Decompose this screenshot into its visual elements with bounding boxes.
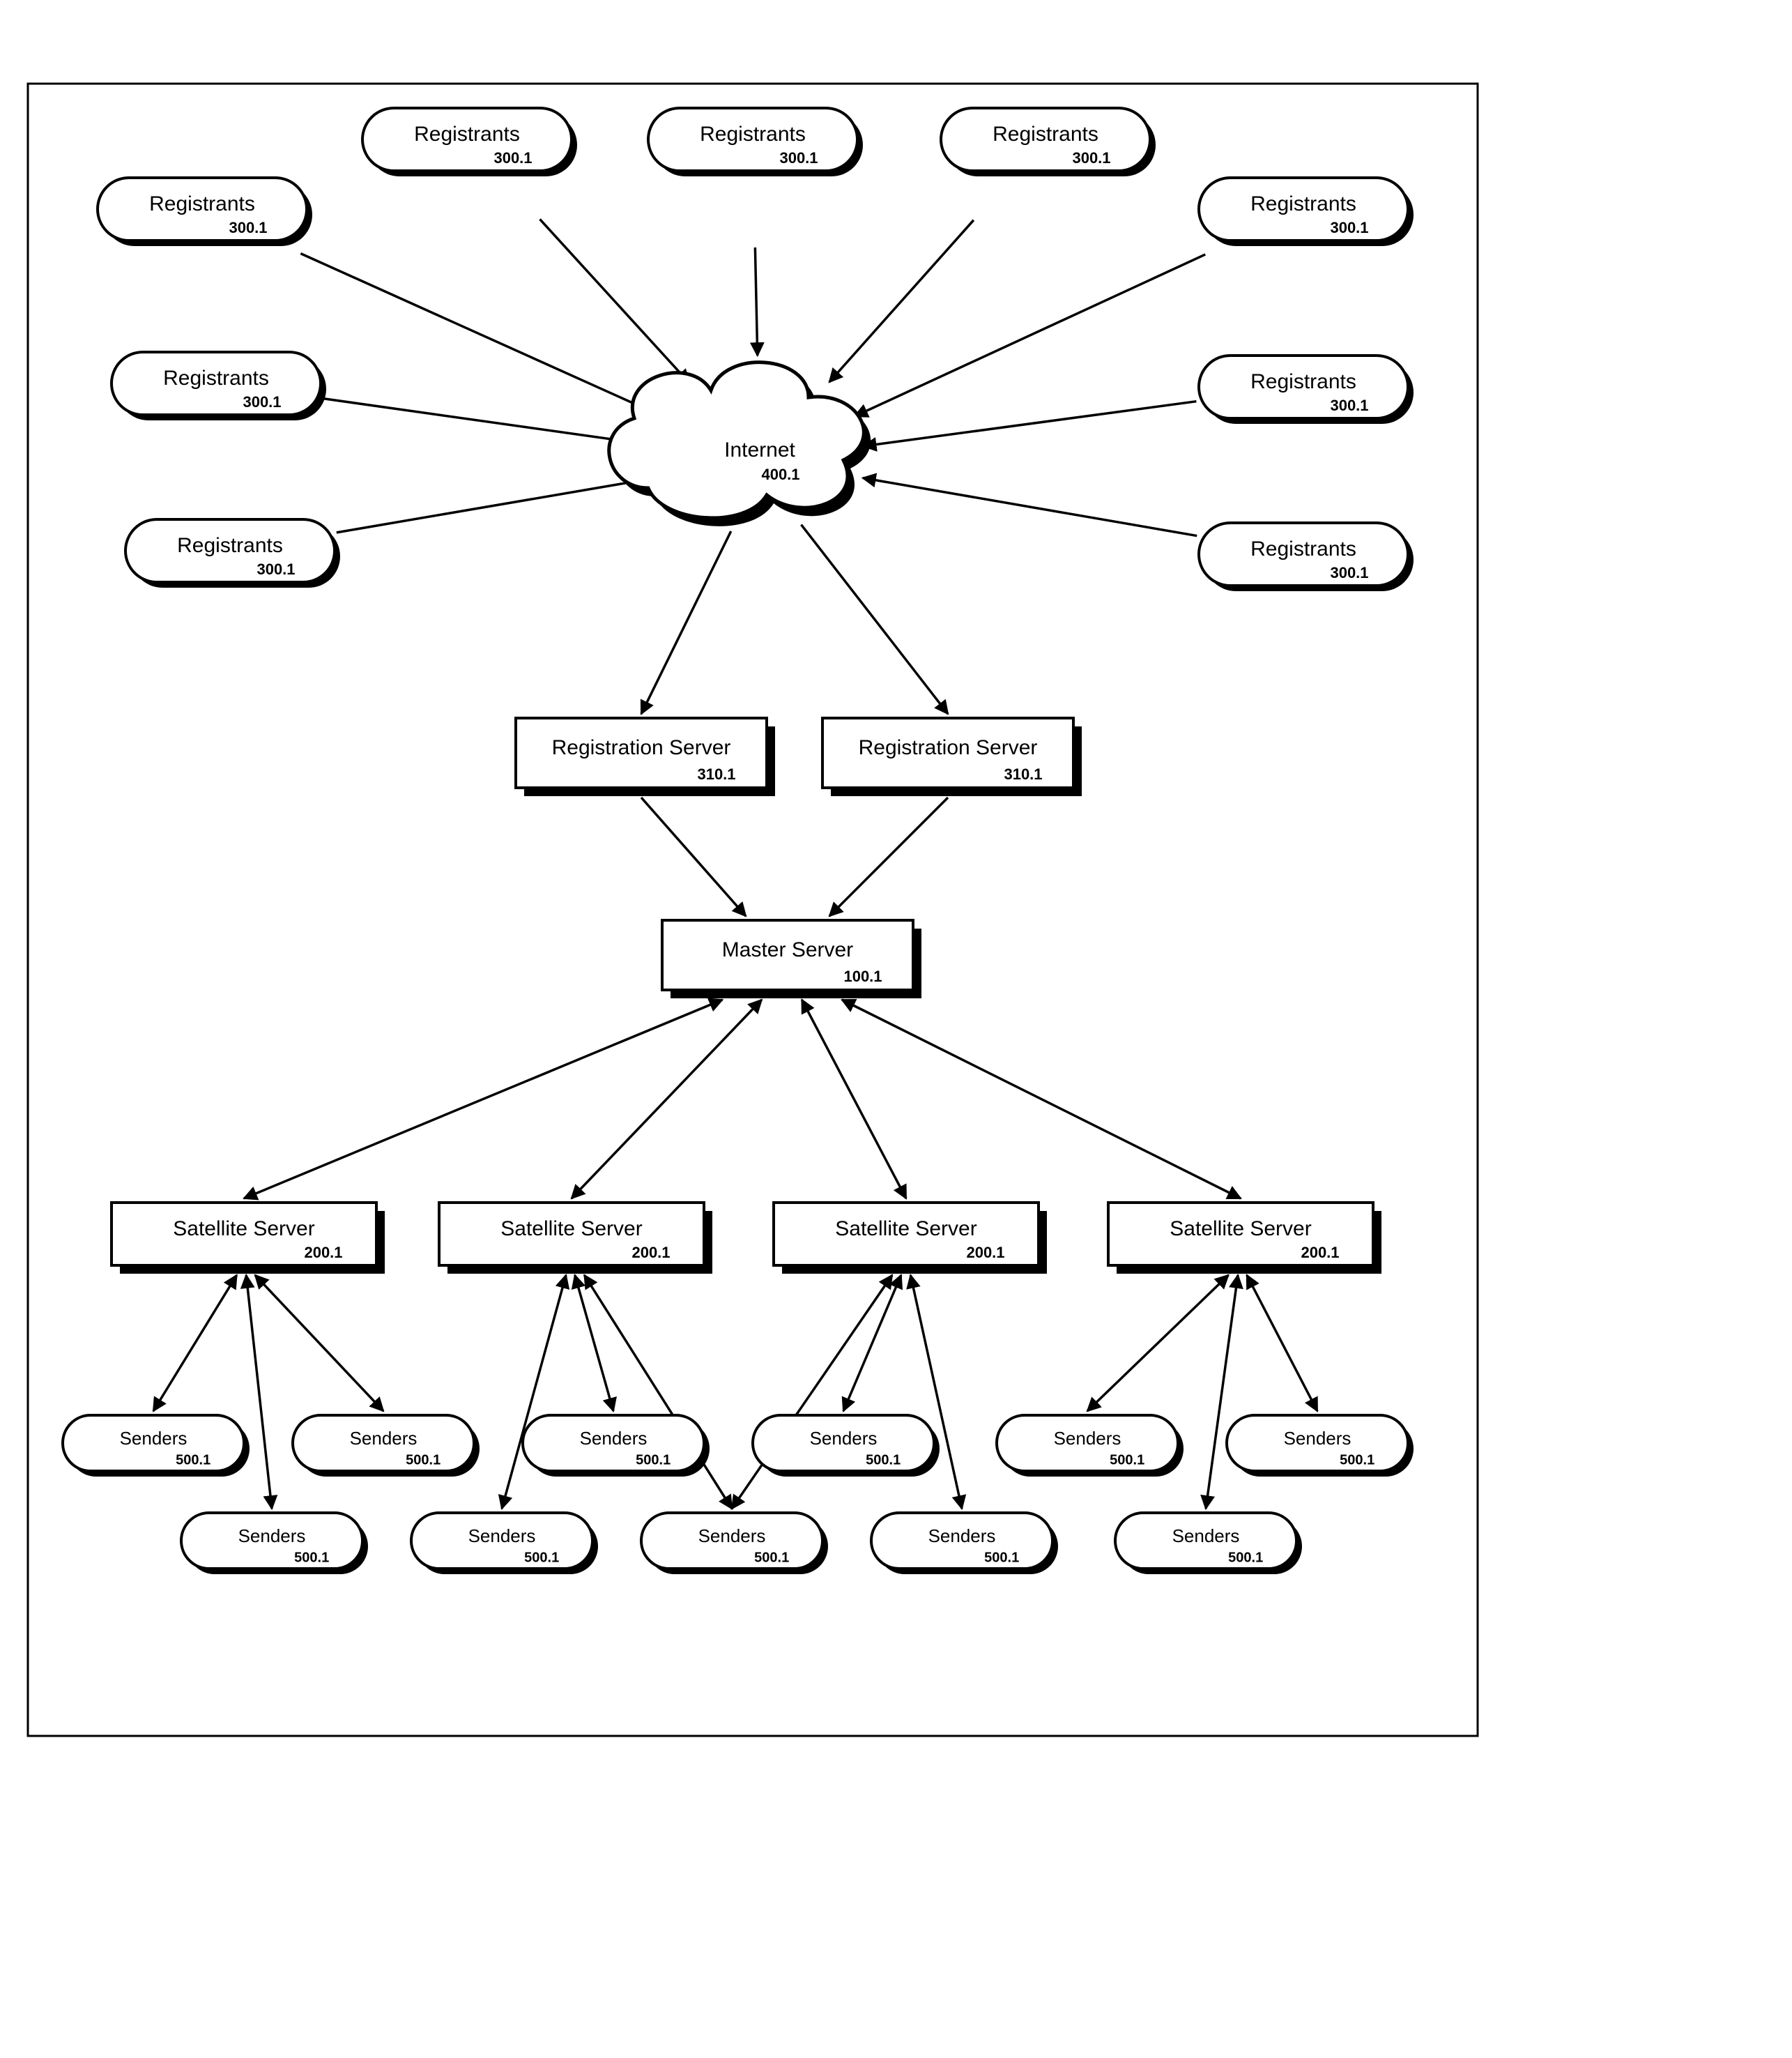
registration-server-1-label: Registration Server: [859, 736, 1038, 759]
connector: [641, 798, 746, 916]
sender-r1-0-label: Senders: [120, 1428, 187, 1449]
network-diagram: Registrants 300.1 Registrants 300.1 Registra…: [0, 0, 1513, 1737]
connector: [575, 1275, 613, 1411]
connector: [755, 247, 757, 356]
registration-server-0-label: Registration Server: [552, 736, 731, 759]
registrant-7-label: Registrants: [177, 534, 283, 557]
master-server-ref: 100.1: [843, 968, 882, 985]
outer-frame: [28, 84, 1478, 1736]
connector: [1206, 1275, 1238, 1509]
connector: [153, 1275, 237, 1411]
registration-server-0-ref: 310.1: [697, 765, 735, 783]
sender-r2-4-ref: 500.1: [1228, 1550, 1263, 1565]
satellite-server-1-ref: 200.1: [631, 1244, 670, 1261]
connector: [843, 1275, 901, 1411]
sender-r1-2-ref: 500.1: [636, 1452, 671, 1468]
registration-server-1-ref: 310.1: [1004, 765, 1042, 783]
internet-cloud-ref: 400.1: [761, 466, 799, 483]
registrant-8-label: Registrants: [1250, 538, 1356, 561]
connector: [246, 1275, 272, 1509]
internet-cloud-label: Internet: [724, 439, 795, 462]
registrant-3-ref: 300.1: [1072, 149, 1110, 167]
sender-r1-3-label: Senders: [810, 1428, 878, 1449]
sender-r2-0-ref: 500.1: [294, 1550, 329, 1565]
connector: [855, 254, 1205, 416]
sender-r2-1-ref: 500.1: [524, 1550, 559, 1565]
registrant-4-ref: 300.1: [1330, 219, 1368, 236]
sender-r2-3-label: Senders: [928, 1525, 996, 1546]
satellite-server-2-label: Satellite Server: [835, 1217, 977, 1240]
connector: [255, 1275, 383, 1411]
connector: [244, 1000, 722, 1198]
connector: [864, 402, 1197, 446]
connector: [801, 525, 948, 714]
sender-r1-4-ref: 500.1: [1110, 1452, 1144, 1468]
registrant-1-ref: 300.1: [493, 149, 532, 167]
registrant-7-ref: 300.1: [256, 561, 295, 578]
registrant-1-label: Registrants: [414, 123, 520, 146]
sender-r2-1-label: Senders: [468, 1525, 536, 1546]
sender-r1-0-ref: 500.1: [176, 1452, 210, 1468]
connector: [323, 399, 656, 445]
connector: [1087, 1275, 1228, 1411]
sender-r2-2-ref: 500.1: [754, 1550, 789, 1565]
sender-r2-3-ref: 500.1: [984, 1550, 1019, 1565]
connector: [337, 478, 657, 533]
master-server-label: Master Server: [722, 938, 853, 961]
connector: [829, 220, 974, 382]
registrant-0-ref: 300.1: [229, 219, 267, 236]
connector: [842, 1000, 1241, 1198]
connector: [829, 798, 948, 916]
satellite-server-0-label: Satellite Server: [173, 1217, 314, 1240]
registrant-4-label: Registrants: [1250, 192, 1356, 215]
sender-r2-4-label: Senders: [1172, 1525, 1240, 1546]
sender-r1-5-ref: 500.1: [1340, 1452, 1374, 1468]
sender-r1-2-label: Senders: [580, 1428, 648, 1449]
connector: [863, 478, 1197, 536]
satellite-server-2-ref: 200.1: [966, 1244, 1004, 1261]
satellite-server-0-ref: 200.1: [304, 1244, 342, 1261]
registrant-8-ref: 300.1: [1330, 564, 1368, 581]
sender-r1-4-label: Senders: [1054, 1428, 1121, 1449]
registrant-2-ref: 300.1: [779, 149, 818, 167]
connector: [641, 531, 731, 714]
shapes-layer: Registrants 300.1 Registrants 300.1 Registra…: [63, 108, 1414, 1574]
sender-r1-5-label: Senders: [1284, 1428, 1351, 1449]
connector: [572, 1000, 762, 1198]
registrant-5-ref: 300.1: [243, 393, 281, 411]
registrant-3-label: Registrants: [993, 123, 1098, 146]
sender-r1-3-ref: 500.1: [866, 1452, 901, 1468]
registrant-6-ref: 300.1: [1330, 397, 1368, 414]
connector: [300, 254, 664, 418]
satellite-server-3-ref: 200.1: [1301, 1244, 1339, 1261]
connector: [1247, 1275, 1317, 1411]
sender-r2-2-label: Senders: [698, 1525, 766, 1546]
satellite-server-1-label: Satellite Server: [500, 1217, 642, 1240]
sender-r1-1-label: Senders: [350, 1428, 418, 1449]
registrant-2-label: Registrants: [700, 123, 806, 146]
connector: [540, 219, 689, 383]
sender-r2-0-label: Senders: [238, 1525, 306, 1546]
registrant-0-label: Registrants: [149, 192, 255, 215]
connector: [802, 1000, 906, 1198]
satellite-server-3-label: Satellite Server: [1170, 1217, 1311, 1240]
registrant-6-label: Registrants: [1250, 370, 1356, 393]
registrant-5-label: Registrants: [163, 367, 269, 390]
sender-r1-1-ref: 500.1: [406, 1452, 441, 1468]
